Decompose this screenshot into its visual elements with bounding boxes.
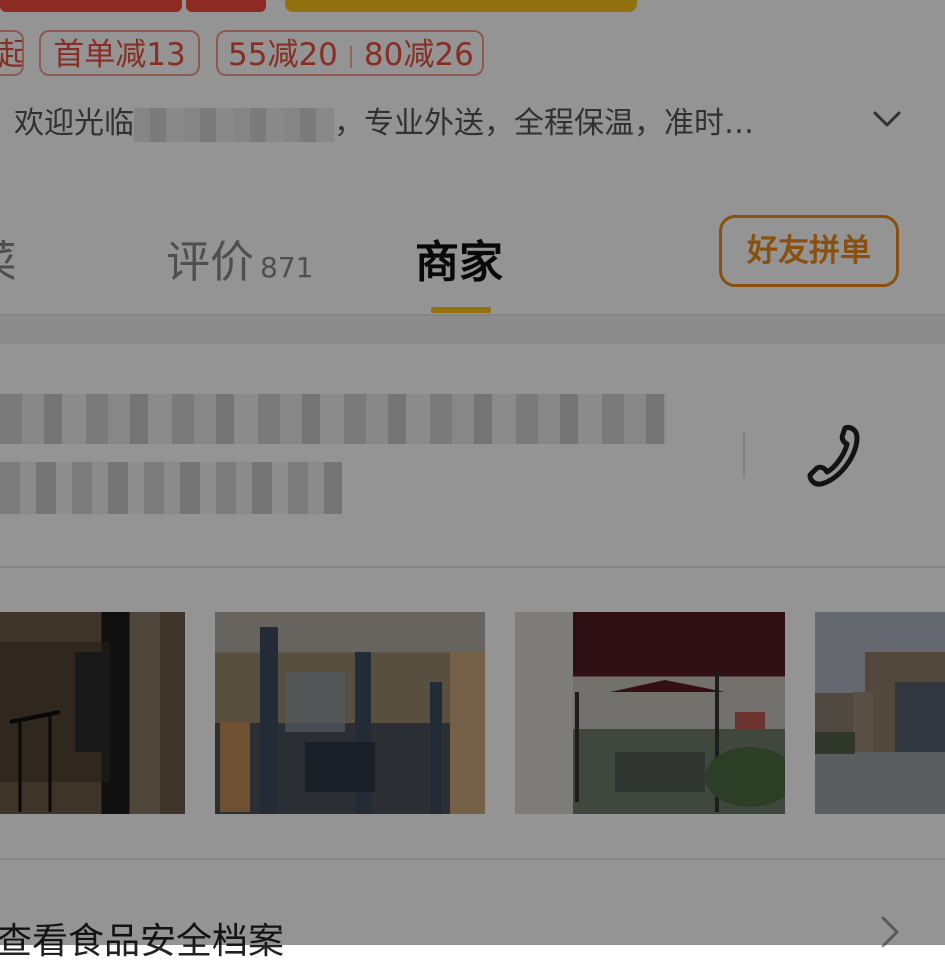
modal-dim-overlay[interactable] [0, 0, 945, 945]
